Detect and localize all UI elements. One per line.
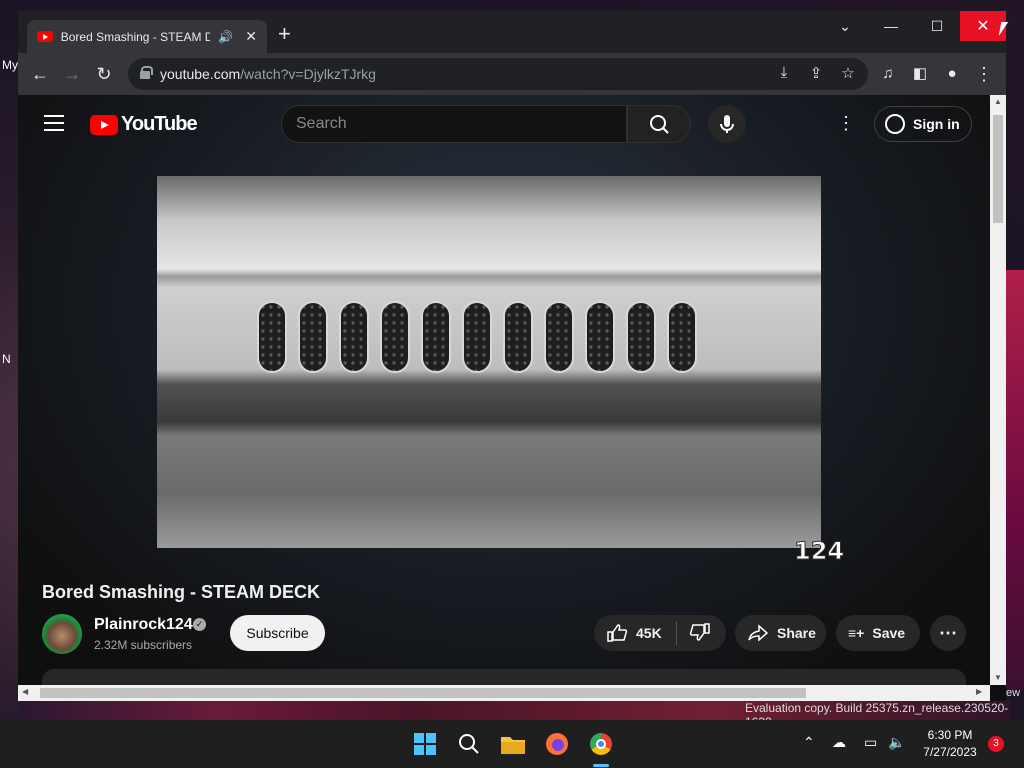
video-description[interactable] <box>42 669 966 685</box>
onedrive-cloud-icon[interactable]: ☁ <box>832 734 846 751</box>
search-input[interactable]: Search <box>281 105 627 143</box>
address-bar[interactable]: youtube.com/watch?v=DjylkzTJrkg ⤓ ⇪ ☆ <box>128 58 868 90</box>
close-window-button[interactable]: ✕ <box>960 11 1006 41</box>
search-icon <box>650 115 669 134</box>
vertical-scroll-thumb[interactable] <box>993 115 1003 223</box>
url-text[interactable]: youtube.com/watch?v=DjylkzTJrkg <box>160 66 376 82</box>
clock-date: 7/27/2023 <box>923 745 977 759</box>
vertical-scrollbar[interactable]: ▲ ▼ <box>990 95 1006 685</box>
channel-name[interactable]: Plainrock124 <box>94 616 193 634</box>
title-bar: Bored Smashing - STEAM DE 🔊 ✕ + ⌄ — ☐ ✕ <box>18 11 1006 53</box>
file-explorer-button[interactable] <box>499 730 527 758</box>
bookmark-star-icon[interactable]: ☆ <box>838 64 858 82</box>
desktop-label: ew <box>1006 687 1021 699</box>
sign-in-button[interactable]: Sign in <box>874 106 972 142</box>
share-label: Share <box>777 625 816 641</box>
dislike-button[interactable] <box>689 622 711 645</box>
media-control-icon[interactable]: ♫ <box>876 62 900 86</box>
system-clock[interactable]: 6:30 PM 7/27/2023 <box>918 727 982 761</box>
side-panel-icon[interactable]: ◧ <box>908 62 932 86</box>
desktop-icons-strip: My N <box>0 58 18 700</box>
network-icon[interactable]: ▭ <box>864 734 877 751</box>
settings-kebab-icon[interactable]: ⋮ <box>836 111 856 135</box>
menu-kebab-icon[interactable]: ⋮ <box>972 62 996 86</box>
taskbar: ⌃ ☁ ▭ 🔈 6:30 PM 7/27/2023 3 <box>0 720 1024 768</box>
youtube-page: YouTube Search ⋮ Sign in 124 Bored Smash… <box>18 95 990 685</box>
subscribe-button[interactable]: Subscribe <box>230 615 325 651</box>
share-arrow-icon <box>748 624 769 642</box>
scroll-down-arrow-icon[interactable]: ▼ <box>994 673 1002 682</box>
hamburger-menu-icon[interactable] <box>44 115 64 131</box>
active-app-indicator <box>593 764 609 767</box>
youtube-header: YouTube Search ⋮ Sign in <box>18 95 990 151</box>
like-dislike-group: 45K <box>594 615 726 651</box>
notification-badge[interactable]: 3 <box>988 736 1004 752</box>
subscriber-count: 2.32M subscribers <box>94 638 193 652</box>
share-page-icon[interactable]: ⇪ <box>806 64 826 82</box>
scroll-up-arrow-icon[interactable]: ▲ <box>994 97 1002 106</box>
video-player[interactable] <box>157 176 821 548</box>
share-button[interactable]: Share <box>735 615 826 651</box>
tab-close-icon[interactable]: ✕ <box>245 28 257 45</box>
mouse-cursor-icon <box>998 22 1009 36</box>
firefox-button[interactable] <box>543 730 571 758</box>
youtube-favicon-icon <box>37 31 53 42</box>
more-actions-button[interactable]: ⋯ <box>930 615 966 651</box>
like-separator <box>675 621 677 645</box>
verified-check-icon: ✓ <box>193 618 206 631</box>
channel-watermark[interactable]: 124 <box>793 537 844 566</box>
desktop-label: N <box>2 352 11 366</box>
horizontal-scroll-thumb[interactable] <box>40 688 806 698</box>
like-button[interactable]: 45K <box>606 623 662 643</box>
lock-icon[interactable] <box>140 66 153 79</box>
video-frame-content <box>257 301 708 373</box>
account-icon <box>885 114 905 134</box>
clock-time: 6:30 PM <box>927 728 973 742</box>
thumbs-up-icon <box>607 624 628 642</box>
horizontal-scrollbar[interactable]: ◀ ▶ <box>18 685 990 701</box>
search-button[interactable] <box>627 105 691 143</box>
install-app-icon[interactable]: ⤓ <box>774 64 794 81</box>
speaker-icon[interactable]: 🔊 <box>218 30 233 44</box>
sign-in-label: Sign in <box>913 116 960 132</box>
start-button[interactable] <box>411 730 439 758</box>
save-playlist-icon: ≡+ <box>848 625 865 641</box>
thumbs-down-icon <box>689 622 710 641</box>
show-hidden-icons-chevron-icon[interactable]: ⌃ <box>803 734 815 751</box>
chrome-button[interactable] <box>587 730 615 758</box>
folder-icon <box>501 737 525 754</box>
firefox-icon <box>546 733 568 755</box>
reload-icon[interactable]: ↻ <box>92 62 116 86</box>
browser-tab[interactable]: Bored Smashing - STEAM DE 🔊 ✕ <box>27 20 267 53</box>
search-taskbar-button[interactable] <box>455 730 483 758</box>
minimize-button[interactable]: — <box>868 11 914 41</box>
video-title: Bored Smashing - STEAM DECK <box>42 582 321 602</box>
like-count: 45K <box>636 625 662 641</box>
desktop-label: My <box>2 58 18 72</box>
save-label: Save <box>872 625 906 641</box>
browser-window: Bored Smashing - STEAM DE 🔊 ✕ + ⌄ — ☐ ✕ … <box>18 11 1006 701</box>
microphone-icon <box>720 115 734 133</box>
youtube-play-icon <box>90 114 118 135</box>
search-icon <box>459 734 479 754</box>
windows-logo-icon <box>414 733 436 755</box>
volume-icon[interactable]: 🔈 <box>888 734 905 751</box>
back-arrow-icon[interactable]: ← <box>28 62 52 86</box>
youtube-logo[interactable]: YouTube <box>90 113 198 136</box>
tab-search-button[interactable]: ⌄ <box>822 11 868 41</box>
tab-title: Bored Smashing - STEAM DE <box>60 29 211 44</box>
voice-search-button[interactable] <box>708 105 746 143</box>
youtube-wordmark: YouTube <box>121 113 198 135</box>
chrome-icon <box>590 733 612 755</box>
channel-avatar[interactable] <box>42 614 82 654</box>
save-button[interactable]: ≡+ Save <box>836 615 920 651</box>
new-tab-button[interactable]: + <box>278 23 291 45</box>
profile-icon[interactable]: ● <box>940 62 964 86</box>
browser-toolbar: ← → ↻ youtube.com/watch?v=DjylkzTJrkg ⤓ … <box>18 53 1006 95</box>
maximize-button[interactable]: ☐ <box>914 11 960 41</box>
forward-arrow-icon[interactable]: → <box>60 62 84 86</box>
scroll-right-arrow-icon[interactable]: ▶ <box>976 687 982 696</box>
scroll-left-arrow-icon[interactable]: ◀ <box>22 687 28 696</box>
